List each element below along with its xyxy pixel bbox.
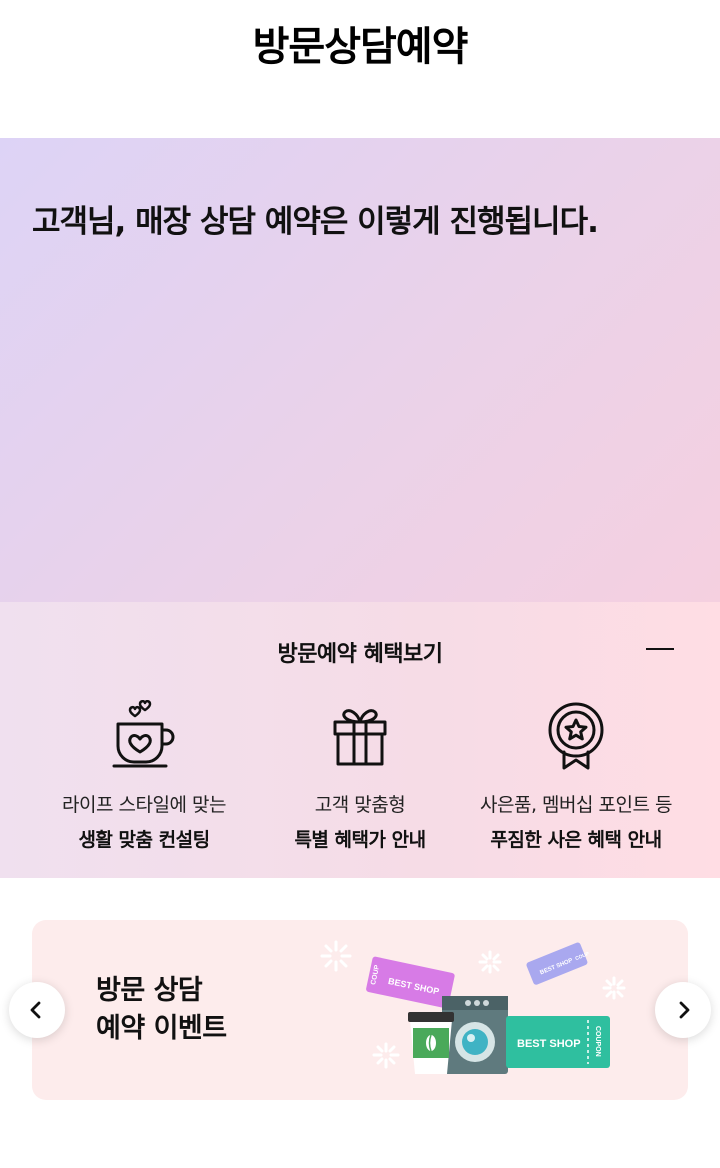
chevron-right-icon: [679, 1001, 690, 1019]
benefits-header[interactable]: 방문예약 혜택보기: [0, 632, 720, 668]
benefits-section: 방문예약 혜택보기 라이프 스타일에 맞는 생활 맞춤 컨설팅 고객 맞춤형 특…: [0, 602, 720, 878]
event-banner[interactable]: 방문 상담 예약 이벤트 BEST SHOP COUP BEST SHOP CO…: [32, 920, 688, 1100]
coffee-cup-heart-icon: [34, 700, 254, 772]
collapse-button[interactable]: [646, 648, 674, 652]
award-medal-icon: [466, 700, 686, 772]
chevron-left-icon: [30, 1001, 41, 1019]
benefit-item-lifestyle: 라이프 스타일에 맞는 생활 맞춤 컨설팅: [34, 700, 254, 852]
svg-text:BEST SHOP: BEST SHOP: [517, 1038, 581, 1050]
page-title: 방문상담예약: [252, 24, 469, 70]
carousel-prev-button[interactable]: [9, 982, 65, 1038]
carousel-next-button[interactable]: [655, 982, 711, 1038]
benefit-line2: 특별 혜택가 안내: [294, 829, 426, 851]
event-title-line2: 예약 이벤트: [96, 1013, 227, 1044]
coupon-illustration: BEST SHOP COUP BEST SHOP COUP BEST SHOP …: [318, 934, 638, 1088]
benefit-line1: 사은품, 멤버십 포인트 등: [480, 794, 672, 816]
benefit-line1: 고객 맞춤형: [314, 794, 406, 816]
benefit-line2: 생활 맞춤 컨설팅: [78, 829, 210, 851]
benefit-item-special-price: 고객 맞춤형 특별 혜택가 안내: [250, 700, 470, 852]
gift-box-icon: [250, 700, 470, 772]
benefits-title: 방문예약 혜택보기: [277, 642, 443, 667]
event-carousel: 방문 상담 예약 이벤트 BEST SHOP COUP BEST SHOP CO…: [0, 878, 720, 1168]
benefit-line1: 라이프 스타일에 맞는: [62, 794, 226, 816]
minus-icon: [646, 648, 674, 650]
benefit-line2: 푸짐한 사은 혜택 안내: [490, 829, 662, 851]
page-header: 방문상담예약: [0, 0, 720, 138]
event-title: 방문 상담 예약 이벤트: [96, 972, 227, 1048]
event-title-line1: 방문 상담: [96, 975, 203, 1006]
svg-text:COUPON: COUPON: [594, 1026, 601, 1057]
hero-headline: 고객님, 매장 상담 예약은 이렇게 진행됩니다.: [32, 204, 599, 240]
benefit-item-gifts: 사은품, 멤버십 포인트 등 푸짐한 사은 혜택 안내: [466, 700, 686, 852]
hero-section: 고객님, 매장 상담 예약은 이렇게 진행됩니다.: [0, 138, 720, 602]
